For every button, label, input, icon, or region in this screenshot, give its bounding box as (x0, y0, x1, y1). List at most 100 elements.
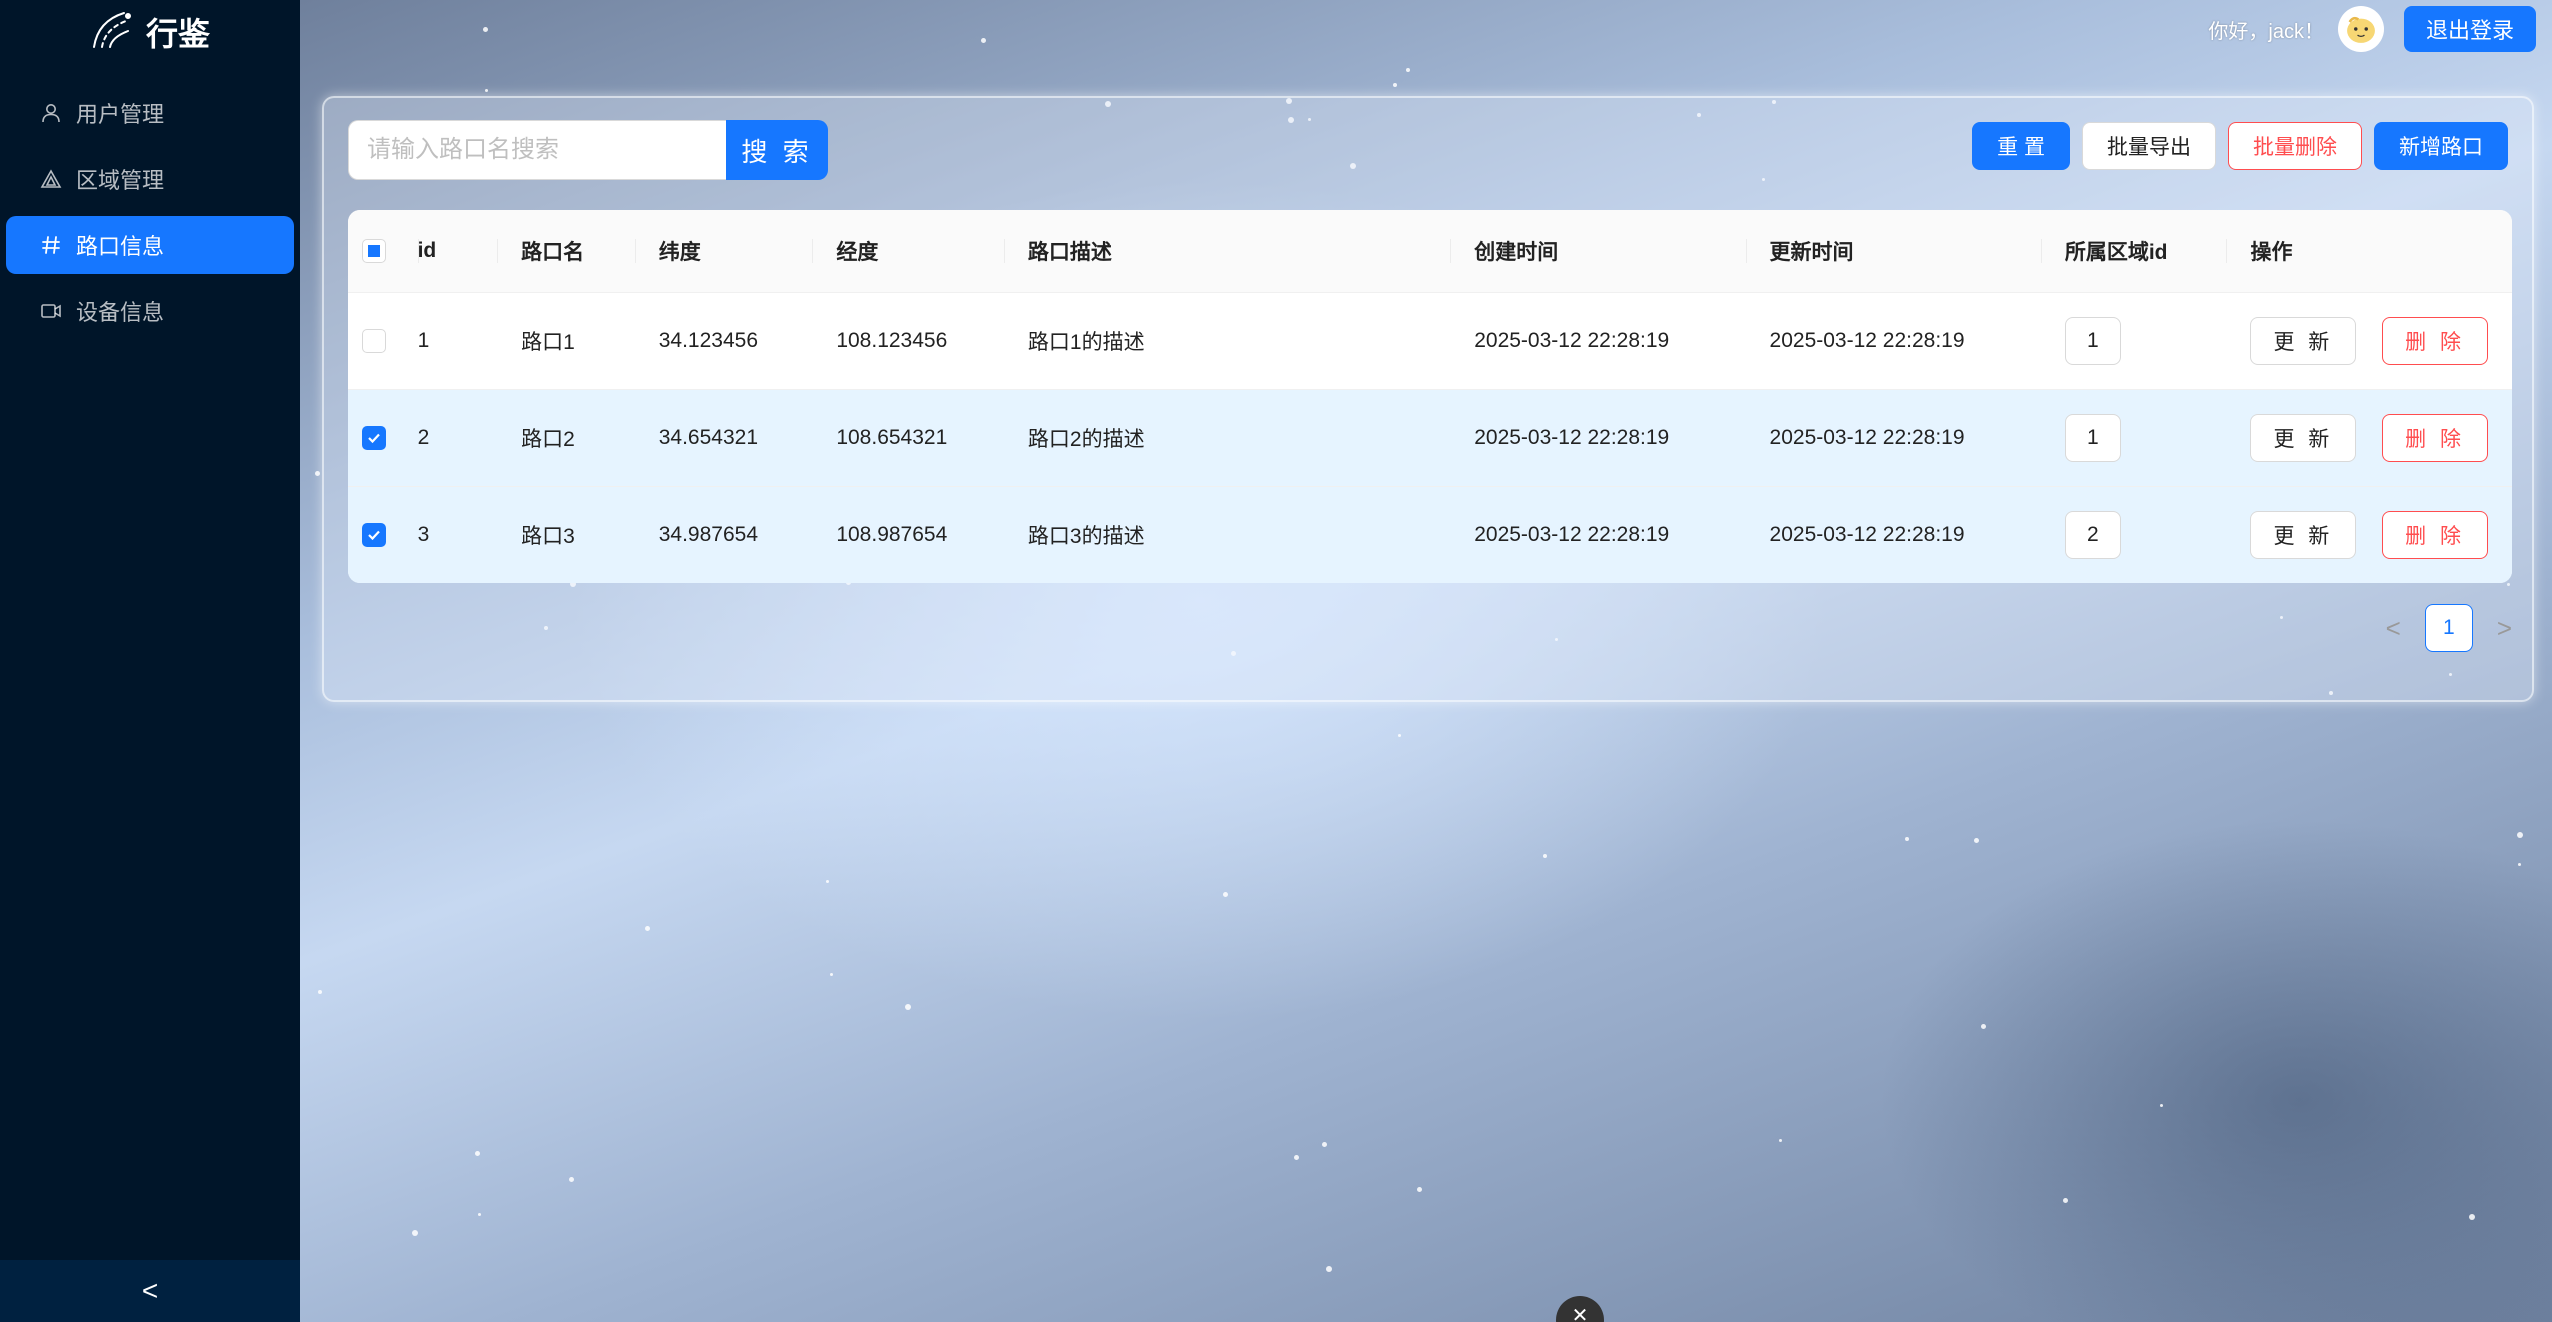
reset-button[interactable]: 重 置 (1972, 122, 2070, 170)
background-star (1223, 892, 1228, 897)
prev-page-icon[interactable]: < (2386, 613, 2401, 644)
background-star (1406, 68, 1410, 72)
search-input[interactable] (348, 120, 726, 180)
batch-export-button[interactable]: 批量导出 (2082, 122, 2216, 170)
main-content: 你好，jack！ 退出登录 搜 索 重 置 批量导出 批量删除 新增路口 (300, 0, 2552, 1322)
update-button[interactable]: 更 新 (2250, 413, 2357, 462)
column-header-actions: 操作 (2226, 210, 2512, 292)
column-header-updated-time[interactable]: 更新时间 (1745, 210, 2041, 292)
user-icon (40, 102, 62, 124)
background-star (905, 1004, 911, 1010)
chevron-left-icon: < (141, 1275, 159, 1306)
row-checkbox[interactable] (362, 328, 386, 353)
sidebar-item-label: 设备信息 (76, 300, 165, 325)
sidebar-item-user-management[interactable]: 用户管理 (6, 84, 294, 142)
cell-name: 路口1 (521, 330, 575, 354)
update-button[interactable]: 更 新 (2250, 510, 2357, 559)
floating-toggle-button[interactable]: ✕ (1556, 1296, 1604, 1322)
cell-latitude: 34.987654 (658, 522, 759, 546)
delete-button[interactable]: 删 除 (2382, 413, 2488, 462)
background-star (483, 27, 488, 32)
table-row: 3 路口3 34.987654 108.987654 路口3的描述 2025-0… (348, 486, 2512, 583)
background-star (826, 880, 829, 883)
video-camera-icon (40, 300, 62, 322)
sidebar-collapse-button[interactable]: < (0, 1260, 300, 1322)
background-star (981, 38, 986, 43)
background-star (1326, 1266, 1332, 1272)
background-star (1543, 854, 1547, 858)
user-greeting: 你好，jack！ (2208, 20, 2324, 43)
region-icon (40, 168, 62, 190)
hash-icon (40, 234, 62, 256)
batch-delete-button[interactable]: 批量删除 (2228, 122, 2362, 170)
cell-created-time: 2025-03-12 22:28:19 (1474, 425, 1670, 449)
table-row: 1 路口1 34.123456 108.123456 路口1的描述 2025-0… (348, 292, 2512, 389)
cell-latitude: 34.654321 (658, 425, 759, 449)
background-star (1974, 838, 1979, 843)
cell-created-time: 2025-03-12 22:28:19 (1474, 328, 1670, 352)
pagination: < 1 > (2386, 604, 2512, 652)
cell-created-time: 2025-03-12 22:28:19 (1474, 522, 1670, 546)
column-header-longitude[interactable]: 经度 (812, 210, 1004, 292)
background-star (2160, 1104, 2163, 1107)
cell-longitude: 108.654321 (836, 425, 948, 449)
region-id-badge[interactable]: 1 (2064, 316, 2121, 365)
region-id-badge[interactable]: 2 (2064, 510, 2121, 559)
column-header-latitude[interactable]: 纬度 (634, 210, 813, 292)
header-user-area: 你好，jack！ 退出登录 (2208, 6, 2536, 52)
cell-id: 2 (417, 425, 430, 449)
background-star (1398, 734, 1401, 737)
sidebar-item-label: 区域管理 (76, 168, 165, 193)
close-icon: ✕ (1571, 1305, 1589, 1322)
background-star (645, 926, 650, 931)
page-number-current[interactable]: 1 (2424, 604, 2473, 652)
cell-updated-time: 2025-03-12 22:28:19 (1769, 425, 1965, 449)
column-header-name[interactable]: 路口名 (497, 210, 635, 292)
search-button[interactable]: 搜 索 (726, 120, 828, 180)
sidebar-item-intersection-info[interactable]: 路口信息 (6, 216, 294, 274)
search-bar: 搜 索 (348, 120, 828, 180)
delete-button[interactable]: 删 除 (2382, 510, 2488, 559)
sidebar-item-device-info[interactable]: 设备信息 (6, 282, 294, 340)
background-star (475, 1151, 480, 1156)
background-star (1779, 1139, 1782, 1142)
add-intersection-button[interactable]: 新增路口 (2374, 122, 2508, 170)
column-header-created-time[interactable]: 创建时间 (1450, 210, 1745, 292)
cell-id: 1 (417, 328, 430, 352)
background-star (478, 1213, 481, 1216)
logout-button[interactable]: 退出登录 (2403, 6, 2536, 52)
background-star (1905, 837, 1909, 841)
row-checkbox[interactable] (362, 522, 386, 547)
background-star (412, 1230, 418, 1236)
sidebar-item-label: 用户管理 (76, 102, 165, 127)
app-title: 行鉴 (146, 16, 211, 52)
avatar[interactable] (2337, 6, 2384, 52)
cell-longitude: 108.123456 (836, 328, 948, 352)
sidebar-menu: 用户管理 区域管理 路口信息 设备信息 (0, 84, 300, 340)
cell-name: 路口2 (521, 427, 575, 451)
next-page-icon[interactable]: > (2497, 613, 2512, 644)
app-logo[interactable]: 行鉴 (0, 0, 300, 64)
sidebar-item-label: 路口信息 (76, 234, 165, 259)
avatar-icon (2347, 16, 2375, 43)
column-header-description[interactable]: 路口描述 (1003, 210, 1450, 292)
background-star (485, 89, 488, 92)
region-id-badge[interactable]: 1 (2064, 413, 2121, 462)
background-star (2063, 1198, 2068, 1203)
intersection-table: id 路口名 纬度 经度 路口描述 创建时间 更新时间 所属区域id 操作 1 (348, 210, 2512, 583)
select-all-checkbox[interactable] (362, 238, 386, 263)
table-row: 2 路口2 34.654321 108.654321 路口2的描述 2025-0… (348, 389, 2512, 486)
update-button[interactable]: 更 新 (2250, 316, 2357, 365)
sidebar-item-region-management[interactable]: 区域管理 (6, 150, 294, 208)
toolbar: 重 置 批量导出 批量删除 新增路口 (1972, 122, 2508, 170)
column-header-region-id[interactable]: 所属区域id (2040, 210, 2227, 292)
delete-button[interactable]: 删 除 (2382, 316, 2488, 365)
logo-icon (88, 7, 134, 58)
column-header-id[interactable]: id (417, 210, 498, 292)
background-star (1393, 83, 1397, 87)
cell-latitude: 34.123456 (658, 328, 759, 352)
background-star (315, 471, 320, 476)
cell-description: 路口2的描述 (1027, 427, 1145, 451)
cell-name: 路口3 (521, 524, 575, 548)
row-checkbox[interactable] (362, 425, 386, 450)
